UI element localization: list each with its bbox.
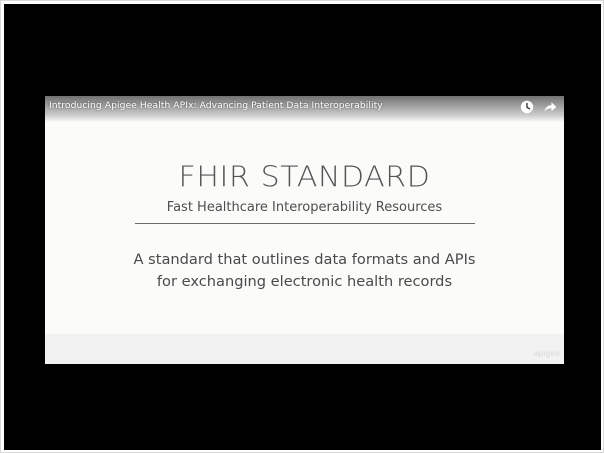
embed-frame: FHIR STANDARD Fast Healthcare Interopera… <box>0 0 604 453</box>
slide-heading: FHIR STANDARD <box>178 160 431 195</box>
video-title-link[interactable]: Introducing Apigee Health APIx: Advancin… <box>49 100 383 111</box>
video-frame[interactable]: FHIR STANDARD Fast Healthcare Interopera… <box>45 96 564 364</box>
slide-footer-band <box>45 334 564 364</box>
share-button[interactable] <box>542 99 558 115</box>
video-top-bar: Introducing Apigee Health APIx: Advancin… <box>45 96 564 122</box>
clock-icon <box>520 100 534 114</box>
slide-body-line: for exchanging electronic health records <box>156 273 453 290</box>
slide-body: A standard that outlines data formats an… <box>45 249 564 293</box>
apigee-logo-watermark: apigee <box>533 349 560 358</box>
watch-later-button[interactable] <box>519 99 535 115</box>
slide-body-line: A standard that outlines data formats an… <box>133 251 476 268</box>
video-player[interactable]: FHIR STANDARD Fast Healthcare Interopera… <box>4 4 601 450</box>
share-arrow-icon <box>544 102 557 112</box>
slide-subheading: Fast Healthcare Interoperability Resourc… <box>166 200 443 215</box>
slide-divider <box>135 223 475 224</box>
